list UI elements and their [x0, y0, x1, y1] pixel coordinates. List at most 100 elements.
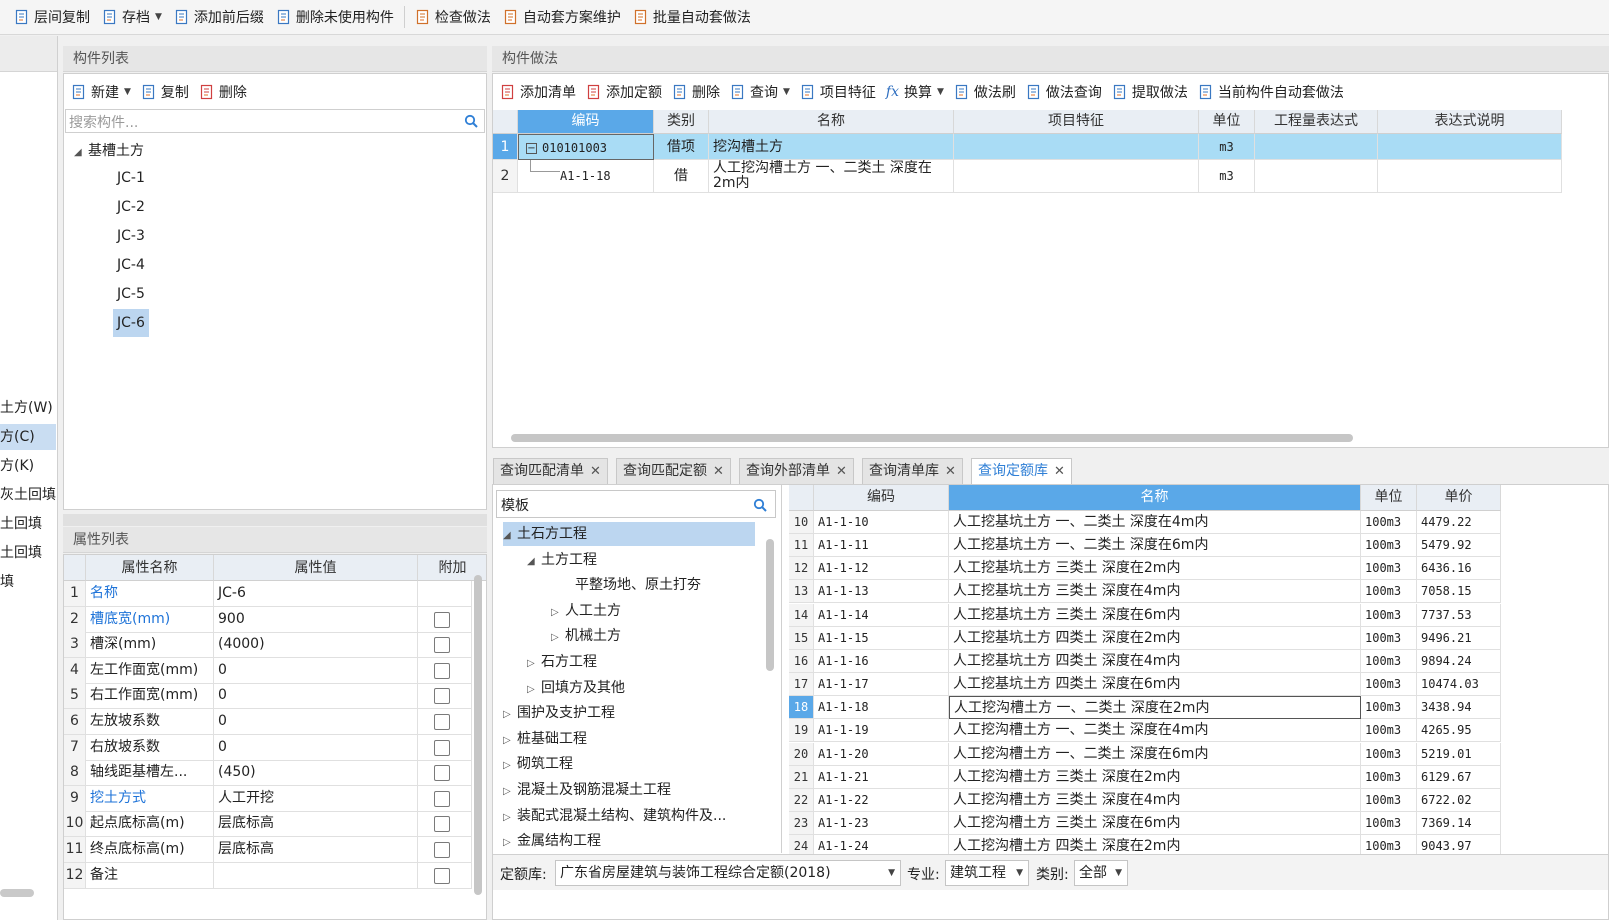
quota-tree-node-3[interactable]: ▷ 人工土方	[551, 599, 621, 623]
component-item-jc-3[interactable]: JC-3	[113, 222, 149, 250]
component-action-0[interactable]: 新建 ▼	[66, 78, 136, 106]
tab-4[interactable]: 查询定额库 ✕	[971, 458, 1072, 484]
component-action-1[interactable]: 复制	[136, 78, 194, 106]
expand-arrow-icon[interactable]: ▷	[551, 601, 565, 625]
method-action-6[interactable]: 做法刷	[949, 78, 1021, 106]
property-value[interactable]: 0	[214, 683, 418, 710]
quota-name[interactable]: 人工挖基坑土方 一、二类土 深度在6m内	[949, 534, 1361, 558]
property-extra-checkbox[interactable]	[434, 688, 450, 705]
method-header-6[interactable]: 表达式说明	[1378, 110, 1562, 134]
dropdown-caret-icon[interactable]: ▼	[124, 87, 131, 97]
major-select[interactable]: 建筑工程 ▼	[945, 860, 1029, 886]
property-value[interactable]: JC-6	[214, 581, 418, 607]
component-item-jc-2[interactable]: JC-2	[113, 193, 149, 221]
quota-tree-node-2[interactable]: 平整场地、原土打夯	[551, 573, 701, 597]
tab-3[interactable]: 查询清单库 ✕	[862, 458, 963, 484]
component-search-input[interactable]: 搜索构件...	[69, 112, 138, 132]
component-item-jc-1[interactable]: JC-1	[113, 164, 149, 192]
method-header-0[interactable]: 编码	[518, 110, 654, 134]
collapse-box-icon[interactable]: −	[526, 142, 537, 154]
tree-root-foundation-trench[interactable]: ◢ 基槽土方	[74, 140, 144, 160]
left-strip-item-3[interactable]: 灰土回填	[0, 482, 56, 508]
quota-code[interactable]: A1-1-11	[814, 534, 949, 558]
quota-tree-node-9[interactable]: ▷ 砌筑工程	[503, 752, 573, 776]
property-vertical-scrollbar[interactable]	[474, 575, 482, 895]
quota-row-number[interactable]: 16	[789, 649, 814, 673]
component-search-box[interactable]: 搜索构件...	[65, 109, 485, 133]
property-value[interactable]: (450)	[214, 760, 418, 787]
method-header-4[interactable]: 单位	[1199, 110, 1255, 134]
method-feature-cell[interactable]	[954, 160, 1199, 193]
method-action-3[interactable]: 查询 ▼	[725, 78, 795, 106]
quota-row-number[interactable]: 19	[789, 719, 814, 743]
method-expression-cell[interactable]	[1255, 134, 1378, 160]
left-strip-item-2[interactable]: 方(K)	[0, 453, 56, 479]
quota-code[interactable]: A1-1-10	[814, 511, 949, 534]
method-code-cell[interactable]: A1-1-18	[518, 160, 654, 193]
quota-code[interactable]: A1-1-17	[814, 673, 949, 697]
method-action-9[interactable]: 当前构件自动套做法	[1193, 78, 1349, 106]
quota-header-0[interactable]: 编码	[814, 485, 949, 511]
quota-db-select[interactable]: 广东省房屋建筑与装饰工程综合定额(2018) ▼	[555, 860, 901, 886]
quota-header-1[interactable]: 名称	[949, 485, 1361, 511]
quota-row-number[interactable]: 13	[789, 580, 814, 604]
quota-row-number[interactable]: 15	[789, 626, 814, 650]
tab-2[interactable]: 查询外部清单 ✕	[739, 458, 854, 484]
quota-row-number[interactable]: 12	[789, 557, 814, 581]
quota-tree-node-11[interactable]: ▷ 装配式混凝土结构、建筑构件及...	[503, 804, 726, 828]
left-strip-item-4[interactable]: 土回填	[0, 511, 56, 537]
quota-name[interactable]: 人工挖沟槽土方 三类土 深度在6m内	[949, 811, 1361, 835]
method-row-number[interactable]: 2	[493, 160, 518, 193]
template-search-box[interactable]: 模板	[496, 490, 776, 518]
method-action-7[interactable]: 做法查询	[1021, 78, 1107, 106]
expand-arrow-icon[interactable]: ▷	[503, 729, 517, 753]
left-strip-scrollbar[interactable]	[0, 889, 34, 897]
property-value[interactable]	[214, 862, 418, 889]
collapse-arrow-icon[interactable]: ◢	[503, 524, 517, 548]
method-header-5[interactable]: 工程量表达式	[1255, 110, 1378, 134]
quota-code[interactable]: A1-1-14	[814, 603, 949, 627]
method-action-8[interactable]: 提取做法	[1107, 78, 1193, 106]
quota-header-2[interactable]: 单位	[1361, 485, 1417, 511]
quota-tree-node-6[interactable]: ▷ 回填方及其他	[527, 676, 625, 700]
property-extra-checkbox[interactable]	[434, 816, 450, 833]
method-row-number[interactable]: 1	[493, 134, 518, 160]
property-extra-checkbox[interactable]	[434, 739, 450, 756]
dropdown-caret-icon[interactable]: ▼	[783, 87, 790, 97]
expand-arrow-icon[interactable]: ▷	[503, 754, 517, 778]
quota-name[interactable]: 人工挖基坑土方 四类土 深度在6m内	[949, 673, 1361, 697]
method-header-1[interactable]: 类别	[654, 110, 709, 134]
quota-row-number[interactable]: 17	[789, 673, 814, 697]
quota-name[interactable]: 人工挖沟槽土方 一、二类土 深度在2m内	[949, 696, 1361, 720]
method-action-2[interactable]: 删除	[667, 78, 725, 106]
quota-row-number[interactable]: 22	[789, 788, 814, 812]
tab-0[interactable]: 查询匹配清单 ✕	[493, 458, 608, 484]
left-strip-item-0[interactable]: 土方(W)	[0, 395, 56, 421]
quota-code[interactable]: A1-1-13	[814, 580, 949, 604]
property-value[interactable]: (4000)	[214, 632, 418, 659]
expand-arrow-icon[interactable]: ▷	[503, 780, 517, 804]
method-expression-desc-cell[interactable]	[1378, 160, 1562, 193]
property-value[interactable]: 900	[214, 606, 418, 633]
expand-arrow-icon[interactable]: ▷	[503, 806, 517, 830]
quota-name[interactable]: 人工挖基坑土方 四类土 深度在2m内	[949, 626, 1361, 650]
quota-code[interactable]: A1-1-22	[814, 788, 949, 812]
quota-code[interactable]: A1-1-12	[814, 557, 949, 581]
method-action-1[interactable]: 添加定额	[581, 78, 667, 106]
quota-tree-node-8[interactable]: ▷ 桩基础工程	[503, 727, 587, 751]
expand-arrow-icon[interactable]: ▷	[551, 626, 565, 650]
method-expression-cell[interactable]	[1255, 160, 1378, 193]
quota-name[interactable]: 人工挖基坑土方 三类土 深度在6m内	[949, 603, 1361, 627]
quota-tree-node-12[interactable]: ▷ 金属结构工程	[503, 829, 601, 853]
toolbar-button-1[interactable]: 存档 ▼	[96, 3, 168, 31]
quota-name[interactable]: 人工挖沟槽土方 一、二类土 深度在6m内	[949, 742, 1361, 766]
toolbar-button-0[interactable]: 层间复制	[8, 3, 96, 31]
dropdown-caret-icon[interactable]: ▼	[937, 87, 944, 97]
quota-tree-node-1[interactable]: ◢ 土方工程	[527, 548, 597, 572]
property-extra-checkbox[interactable]	[434, 842, 450, 858]
quota-row-number[interactable]: 18	[789, 696, 814, 720]
component-item-jc-4[interactable]: JC-4	[113, 251, 149, 279]
property-value[interactable]: 0	[214, 657, 418, 684]
quota-code[interactable]: A1-1-18	[814, 696, 949, 720]
quota-name[interactable]: 人工挖沟槽土方 三类土 深度在4m内	[949, 788, 1361, 812]
